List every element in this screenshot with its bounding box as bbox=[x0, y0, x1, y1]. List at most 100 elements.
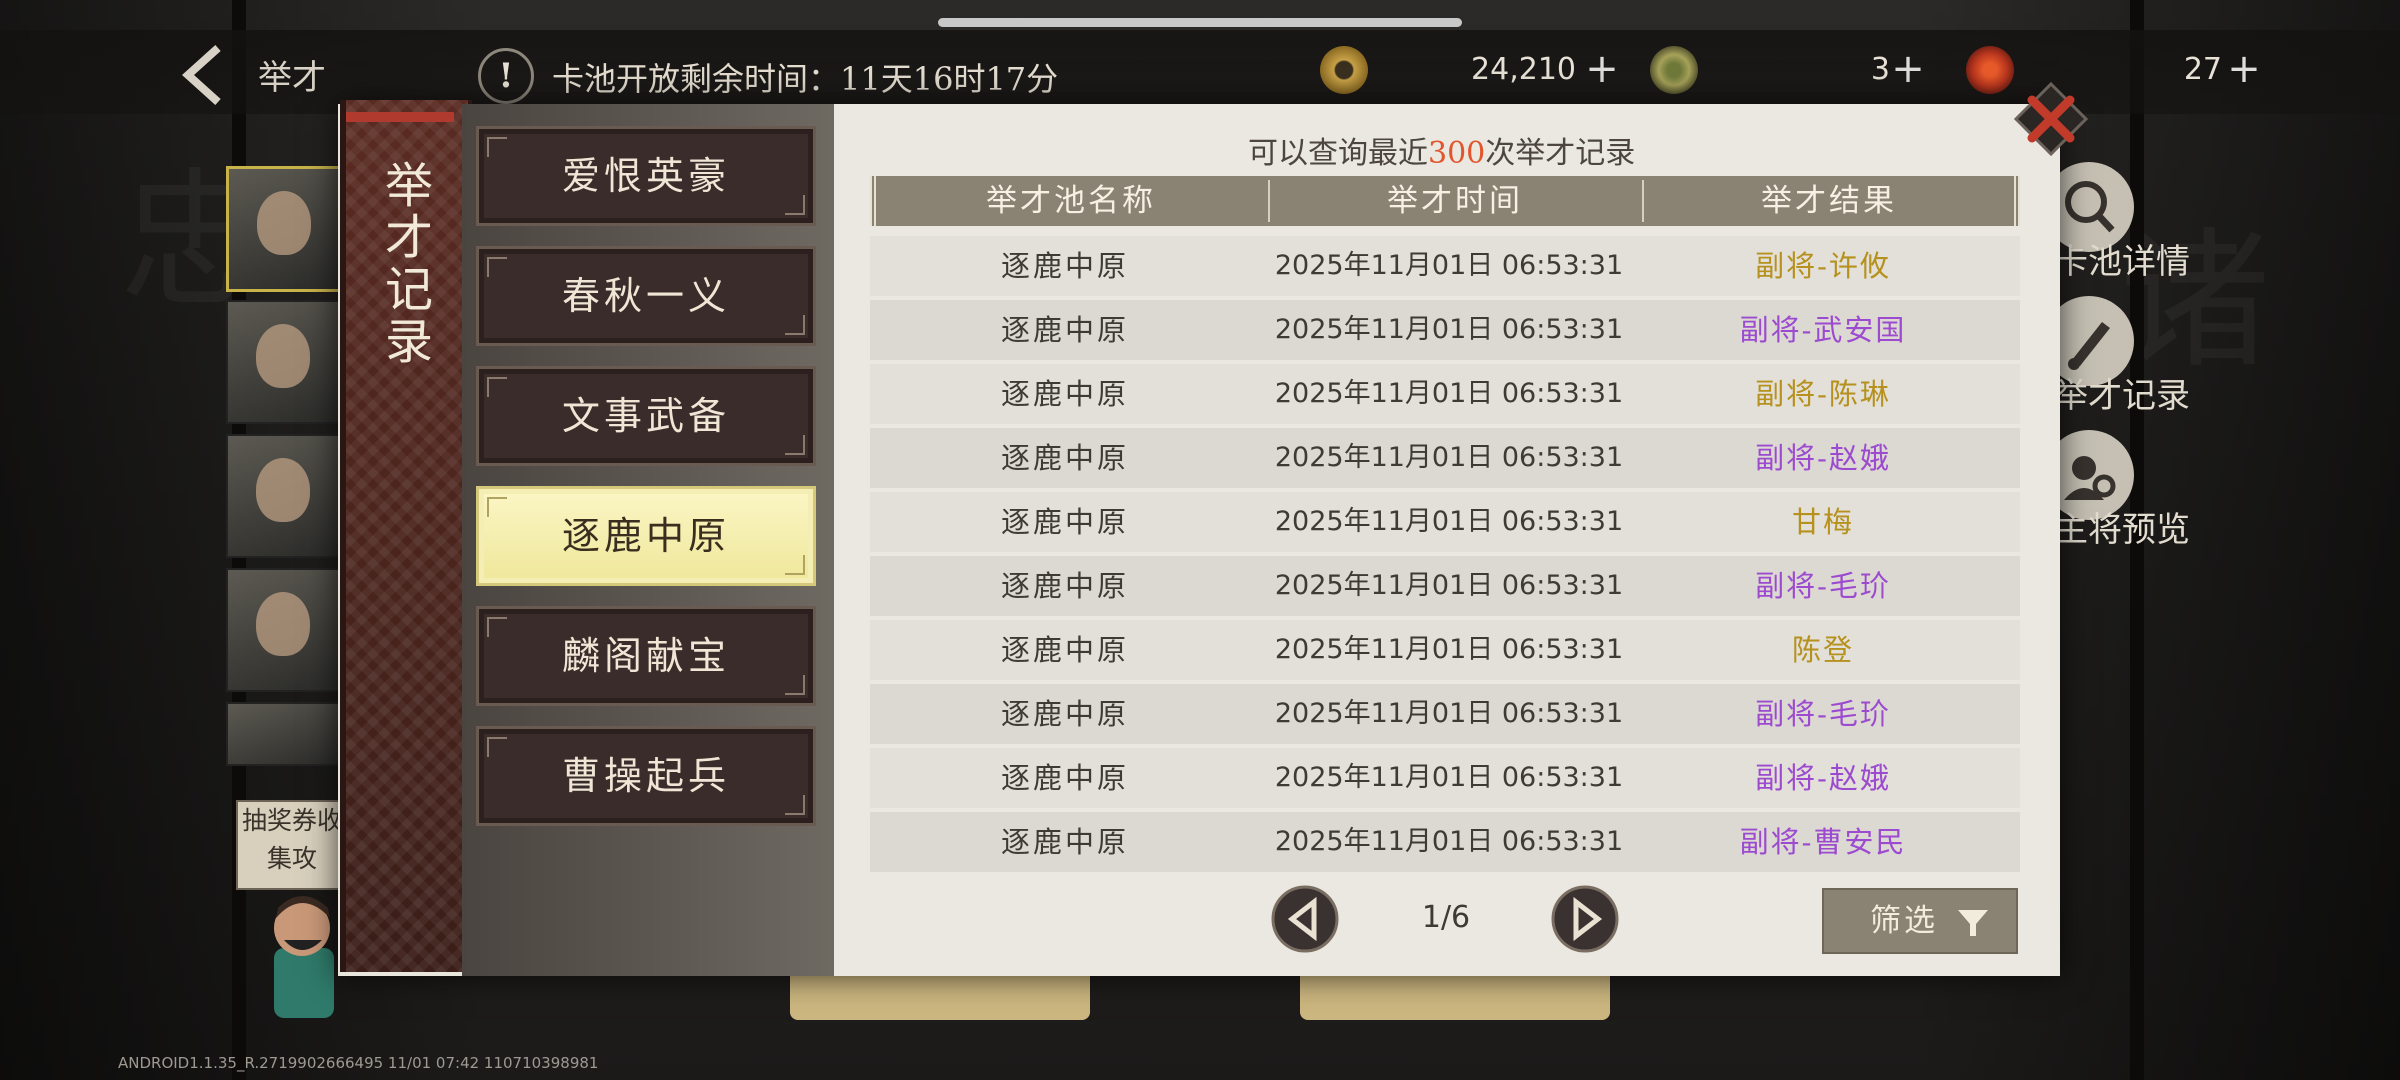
tab-wenshi-wubei[interactable]: 文事武备 bbox=[476, 366, 816, 466]
filter-funnel-icon bbox=[1958, 910, 1988, 936]
notice-icon[interactable]: ! bbox=[478, 48, 534, 104]
record-pool-name: 逐鹿中原 bbox=[1000, 249, 1129, 283]
build-info: ANDROID1.1.35_R.2719902666495 11/01 07:4… bbox=[118, 1054, 599, 1072]
currency-jade-value: 3 bbox=[1870, 52, 1890, 87]
column-header-result: 举才结果 bbox=[1761, 183, 1897, 219]
general-portrait[interactable] bbox=[226, 434, 342, 558]
record-result: 副将-赵娥 bbox=[1755, 761, 1891, 795]
record-result: 副将-毛玠 bbox=[1755, 569, 1891, 603]
general-portrait[interactable] bbox=[226, 568, 342, 692]
column-header-time: 举才时间 bbox=[1387, 183, 1523, 219]
draft-record-label: 举才记录 bbox=[2054, 376, 2190, 416]
record-pool-name: 逐鹿中原 bbox=[1000, 441, 1129, 475]
record-time: 2025年11月01日 06:53:31 bbox=[1274, 250, 1624, 281]
tab-chunqiu-yiyi[interactable]: 春秋一义 bbox=[476, 246, 816, 346]
table-row: 逐鹿中原 2025年11月01日 06:53:31 副将-陈琳 bbox=[870, 364, 2020, 424]
tab-linge-xianbao[interactable]: 麟阁献宝 bbox=[476, 606, 816, 706]
pool-remaining-time: 卡池开放剩余时间：11天16时17分 bbox=[552, 60, 1059, 98]
back-arrow-icon bbox=[182, 45, 221, 105]
record-time: 2025年11月01日 06:53:31 bbox=[1274, 506, 1624, 537]
note-suffix: 次举才记录 bbox=[1485, 136, 1636, 171]
currency-jade: 3 + bbox=[1650, 40, 1930, 100]
tab-label: 逐鹿中原 bbox=[561, 514, 730, 558]
currency-copper-value: 24,210 bbox=[1471, 52, 1576, 87]
copper-coin-icon bbox=[1320, 46, 1368, 94]
portrait-face bbox=[256, 458, 310, 522]
record-result: 甘梅 bbox=[1791, 505, 1854, 539]
record-pool-name: 逐鹿中原 bbox=[1000, 505, 1129, 539]
general-portrait[interactable] bbox=[226, 702, 342, 766]
banner-top-accent bbox=[346, 112, 454, 122]
arrow-left-icon bbox=[1271, 885, 1339, 953]
page-title: 举才 bbox=[258, 58, 326, 98]
tab-aihen-yinghao[interactable]: 爱恨英豪 bbox=[476, 126, 816, 226]
table-row: 逐鹿中原 2025年11月01日 06:53:31 副将-毛玠 bbox=[870, 684, 2020, 744]
pool-details-label: 卡池详情 bbox=[2054, 242, 2190, 282]
filter-label: 筛选 bbox=[1870, 903, 1938, 939]
record-time: 2025年11月01日 06:53:31 bbox=[1274, 314, 1624, 345]
tab-label: 文事武备 bbox=[561, 394, 730, 438]
record-result: 副将-武安国 bbox=[1739, 313, 1907, 347]
table-row: 逐鹿中原 2025年11月01日 06:53:31 副将-许攸 bbox=[870, 236, 2020, 296]
back-button[interactable] bbox=[170, 40, 240, 110]
record-pool-name: 逐鹿中原 bbox=[1000, 697, 1129, 731]
prev-page-button[interactable] bbox=[1270, 884, 1340, 954]
filter-button[interactable]: 筛选 bbox=[1822, 888, 2018, 954]
general-portrait[interactable] bbox=[226, 300, 342, 424]
tab-caocao-qibing[interactable]: 曹操起兵 bbox=[476, 726, 816, 826]
column-header-pool: 举才池名称 bbox=[986, 183, 1156, 219]
record-limit-note: 可以查询最近300次举才记录 bbox=[1248, 128, 1635, 172]
table-row: 逐鹿中原 2025年11月01日 06:53:31 副将-毛玠 bbox=[870, 556, 2020, 616]
record-result: 陈登 bbox=[1791, 633, 1854, 667]
record-result: 副将-许攸 bbox=[1755, 249, 1891, 283]
close-icon bbox=[2013, 81, 2089, 157]
add-red-button[interactable]: + bbox=[2224, 49, 2264, 90]
arrow-right-icon bbox=[1551, 885, 1619, 953]
tab-label: 春秋一义 bbox=[561, 274, 730, 318]
main-general-preview-label: 主将预览 bbox=[2054, 510, 2190, 550]
currency-copper: 24,210 + bbox=[1320, 40, 1630, 100]
table-row: 逐鹿中原 2025年11月01日 06:53:31 陈登 bbox=[870, 620, 2020, 680]
red-token-icon bbox=[1966, 46, 2014, 94]
portrait-face bbox=[256, 592, 310, 656]
table-row: 逐鹿中原 2025年11月01日 06:53:31 副将-武安国 bbox=[870, 300, 2020, 360]
add-jade-button[interactable]: + bbox=[1888, 49, 1928, 90]
home-indicator bbox=[938, 18, 1462, 27]
tab-zhulu-zhongyuan[interactable]: 逐鹿中原 bbox=[476, 486, 816, 586]
record-result: 副将-毛玠 bbox=[1755, 697, 1891, 731]
record-pool-name: 逐鹿中原 bbox=[1000, 313, 1129, 347]
tab-label: 爱恨英豪 bbox=[561, 154, 730, 198]
portrait-face bbox=[256, 324, 310, 388]
record-time: 2025年11月01日 06:53:31 bbox=[1274, 378, 1624, 409]
page-indicator: 1/6 bbox=[1421, 900, 1471, 935]
tab-label: 曹操起兵 bbox=[561, 754, 730, 798]
next-page-button[interactable] bbox=[1550, 884, 1620, 954]
table-row: 逐鹿中原 2025年11月01日 06:53:31 甘梅 bbox=[870, 492, 2020, 552]
record-time: 2025年11月01日 06:53:31 bbox=[1274, 442, 1624, 473]
dialog-title: 举才记录 bbox=[376, 160, 432, 368]
table-row: 逐鹿中原 2025年11月01日 06:53:31 副将-赵娥 bbox=[870, 428, 2020, 488]
record-result: 副将-陈琳 bbox=[1755, 377, 1891, 411]
general-portrait[interactable] bbox=[226, 166, 344, 292]
record-time: 2025年11月01日 06:53:31 bbox=[1274, 762, 1624, 793]
record-pool-name: 逐鹿中原 bbox=[1000, 825, 1129, 859]
jade-token-icon bbox=[1650, 46, 1698, 94]
table-header: 举才池名称 举才时间 举才结果 bbox=[870, 176, 2020, 226]
record-time: 2025年11月01日 06:53:31 bbox=[1274, 826, 1624, 857]
record-pool-name: 逐鹿中原 bbox=[1000, 761, 1129, 795]
record-result: 副将-曹安民 bbox=[1739, 825, 1907, 859]
table-row: 逐鹿中原 2025年11月01日 06:53:31 副将-曹安民 bbox=[870, 812, 2020, 872]
note-prefix: 可以查询最近 bbox=[1248, 136, 1428, 171]
tab-label: 麟阁献宝 bbox=[561, 634, 730, 678]
record-time: 2025年11月01日 06:53:31 bbox=[1274, 570, 1624, 601]
record-result: 副将-赵娥 bbox=[1755, 441, 1891, 475]
note-number: 300 bbox=[1428, 136, 1486, 171]
lottery-guide-card[interactable]: 抽奖券收集攻 bbox=[236, 800, 348, 890]
record-time: 2025年11月01日 06:53:31 bbox=[1274, 698, 1624, 729]
table-row: 逐鹿中原 2025年11月01日 06:53:31 副将-赵娥 bbox=[870, 748, 2020, 808]
add-copper-button[interactable]: + bbox=[1582, 49, 1622, 90]
record-pool-name: 逐鹿中原 bbox=[1000, 569, 1129, 603]
close-button[interactable] bbox=[2010, 78, 2092, 160]
portrait-face bbox=[257, 191, 311, 255]
record-pool-name: 逐鹿中原 bbox=[1000, 633, 1129, 667]
